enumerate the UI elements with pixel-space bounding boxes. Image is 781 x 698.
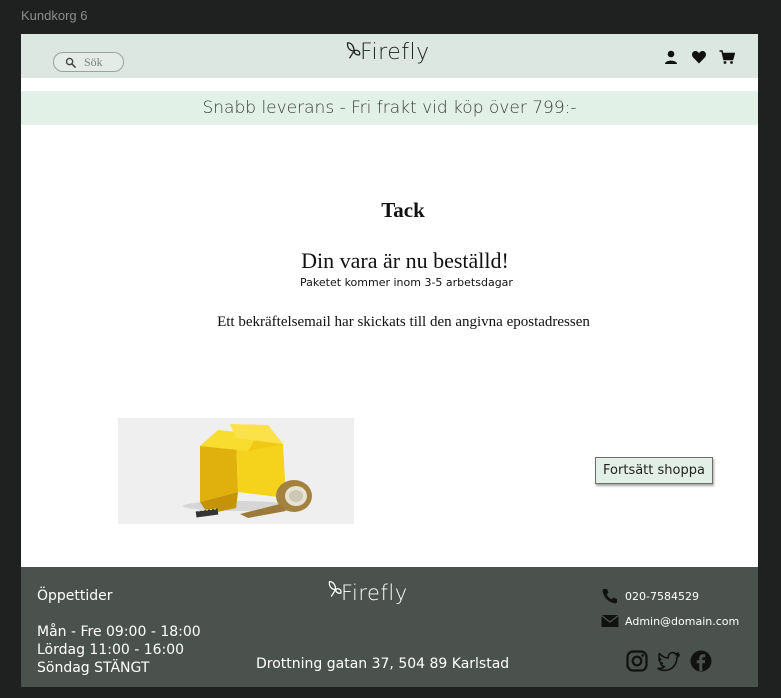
package-image	[118, 418, 354, 524]
cart-icon[interactable]	[718, 48, 736, 66]
store-address: Drottning gatan 37, 504 89 Karlstad	[256, 656, 510, 672]
page-frame: Sök Firefly Snabb leverans - Fri frakt v…	[21, 34, 758, 687]
phone-row[interactable]: 020-7584529	[601, 587, 739, 605]
social-links	[625, 649, 713, 673]
order-confirmation-heading: Din vara är nu beställd!	[301, 248, 509, 273]
continue-shopping-button[interactable]: Fortsätt shoppa	[595, 457, 713, 484]
hours-weekdays: Mån - Fre 09:00 - 18:00	[37, 624, 201, 640]
footer: Öppettider Mån - Fre 09:00 - 18:00 Lörda…	[21, 567, 758, 687]
search-icon	[65, 57, 76, 68]
thanks-heading: Tack	[381, 198, 425, 222]
logo-text: Firefly	[360, 40, 430, 65]
phone-icon	[602, 589, 617, 604]
heart-icon[interactable]	[690, 48, 708, 66]
twitter-icon[interactable]	[657, 649, 681, 673]
header-actions	[662, 48, 736, 66]
hours-saturday: Lördag 11:00 - 16:00	[37, 642, 185, 658]
footer-logo-text: Firefly	[341, 581, 408, 605]
phone-number: 020-7584529	[625, 589, 699, 603]
frame-title: Kundkorg 6	[21, 8, 88, 23]
contact-info: 020-7584529 Admin@domain.com	[601, 587, 739, 637]
user-icon[interactable]	[662, 48, 680, 66]
instagram-icon[interactable]	[625, 649, 649, 673]
hours-sunday: Söndag STÄNGT	[37, 660, 150, 676]
shipping-banner: Snabb leverans - Fri frakt vid köp över …	[21, 91, 758, 125]
facebook-icon[interactable]	[689, 649, 713, 673]
header: Sök Firefly	[21, 34, 758, 78]
logo[interactable]: Firefly	[344, 40, 430, 65]
search-placeholder: Sök	[84, 54, 103, 69]
email-row[interactable]: Admin@domain.com	[601, 612, 739, 630]
search-input[interactable]: Sök	[53, 52, 124, 72]
opening-hours: Mån - Fre 09:00 - 18:00 Lördag 11:00 - 1…	[37, 623, 201, 677]
banner-text: Snabb leverans - Fri frakt vid köp över …	[202, 98, 577, 118]
mail-icon	[601, 614, 619, 627]
opening-hours-title: Öppettider	[37, 588, 113, 604]
email-confirmation-text: Ett bekräftelsemail har skickats till de…	[217, 314, 590, 330]
footer-logo[interactable]: Firefly	[326, 579, 408, 605]
email-address: Admin@domain.com	[625, 614, 740, 628]
delivery-info: Paketet kommer inom 3-5 arbetsdagar	[300, 276, 513, 289]
